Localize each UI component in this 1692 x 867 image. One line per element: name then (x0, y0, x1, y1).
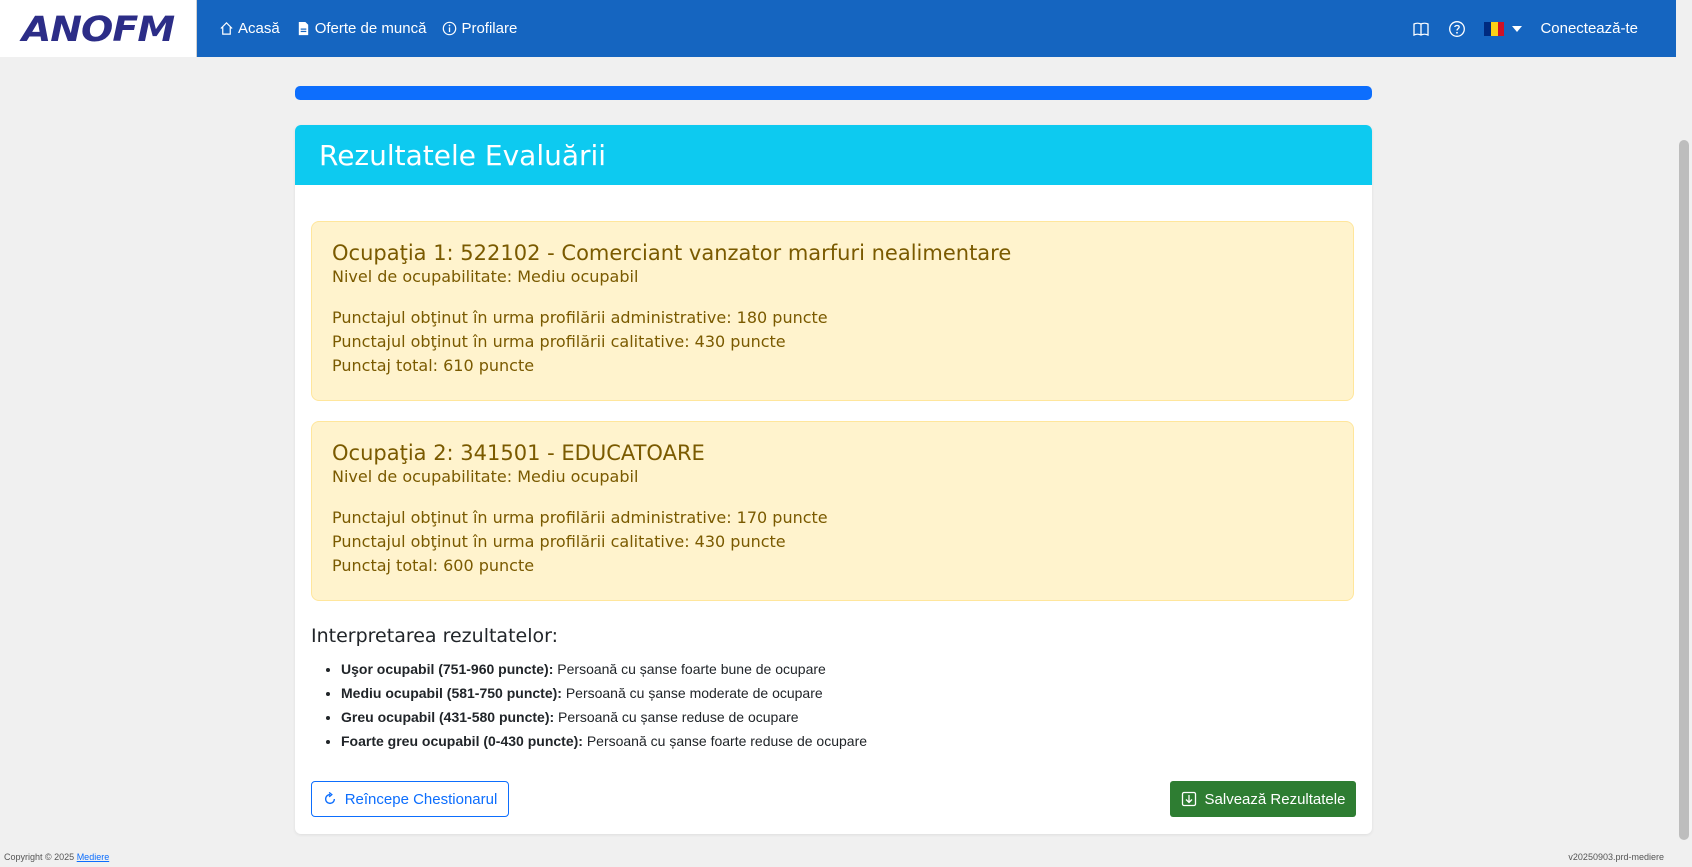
language-selector[interactable] (1484, 21, 1523, 36)
interpretation-title: Interpretarea rezultatelor: (311, 625, 558, 647)
logo-text: ANOFM (21, 8, 175, 49)
card-header: Rezultatele Evaluării (295, 125, 1372, 185)
book-icon[interactable] (1412, 20, 1430, 38)
page-title: Rezultatele Evaluării (319, 138, 607, 172)
nav-link-label: Profilare (461, 20, 518, 37)
occupation-title: Ocupaţia 1: 522102 - Comerciant vanzator… (332, 241, 1012, 265)
footer-copyright: Copyright © 2025 Mediere (4, 852, 109, 862)
interpretation-text: Persoană cu șanse foarte reduse de ocupa… (582, 733, 868, 749)
save-button[interactable]: Salvează Rezultatele (1170, 781, 1356, 817)
restart-button[interactable]: Reîncepe Chestionarul (311, 781, 509, 817)
interpretation-label: Greu ocupabil (431-580 puncte): (341, 709, 555, 725)
total-score: Punctaj total: 600 puncte (332, 556, 535, 575)
list-item: Greu ocupabil (431-580 puncte): Persoană… (341, 705, 867, 729)
list-item: Mediu ocupabil (581-750 puncte): Persoan… (341, 681, 867, 705)
occupation-result-2: Ocupaţia 2: 341501 - EDUCATOARE Nivel de… (311, 421, 1354, 601)
nav-link-profiling[interactable]: Profilare (442, 20, 517, 37)
romania-flag-icon (1484, 21, 1505, 36)
chevron-down-icon (1512, 25, 1523, 32)
navbar: ANOFM Acasă Oferte de muncă Profilare Co… (0, 0, 1676, 57)
interpretation-label: Uşor ocupabil (751-960 puncte): (341, 661, 554, 677)
interpretation-list: Uşor ocupabil (751-960 puncte): Persoană… (311, 657, 867, 753)
nav-link-jobs[interactable]: Oferte de muncă (296, 20, 427, 37)
admin-score: Punctajul obţinut în urma profilării adm… (332, 308, 828, 327)
refresh-icon (324, 792, 335, 805)
nav-link-home[interactable]: Acasă (219, 20, 280, 37)
help-icon[interactable] (1448, 20, 1466, 38)
occupation-result-1: Ocupaţia 1: 522102 - Comerciant vanzator… (311, 221, 1354, 401)
nav-link-label: Oferte de muncă (314, 20, 427, 37)
results-card: Rezultatele Evaluării Ocupaţia 1: 522102… (295, 125, 1372, 834)
occupation-title: Ocupaţia 2: 341501 - EDUCATOARE (332, 441, 705, 465)
qualitative-score: Punctajul obţinut în urma profilării cal… (332, 332, 786, 351)
qualitative-score: Punctajul obţinut în urma profilării cal… (332, 532, 786, 551)
login-link[interactable]: Conectează-te (1540, 20, 1638, 37)
copyright-text: Copyright © 2025 (4, 852, 77, 862)
download-icon (1181, 791, 1196, 807)
footer-link[interactable]: Mediere (77, 852, 110, 862)
save-button-label: Salvează Rezultatele (1204, 790, 1346, 808)
nav-link-label: Acasă (238, 20, 280, 37)
occupation-level: Nivel de ocupabilitate: Mediu ocupabil (332, 467, 639, 486)
progress-bar (295, 86, 1372, 100)
list-item: Uşor ocupabil (751-960 puncte): Persoană… (341, 657, 867, 681)
interpretation-label: Foarte greu ocupabil (0-430 puncte): (341, 733, 583, 749)
nav-links: Acasă Oferte de muncă Profilare (219, 20, 517, 37)
footer-version: v20250903.prd-mediere (1568, 852, 1664, 862)
interpretation-text: Persoană cu șanse reduse de ocupare (554, 709, 799, 725)
list-item: Foarte greu ocupabil (0-430 puncte): Per… (341, 729, 867, 753)
restart-button-label: Reîncepe Chestionarul (344, 790, 498, 808)
occupation-level: Nivel de ocupabilitate: Mediu ocupabil (332, 267, 639, 286)
nav-right: Conectează-te (1412, 0, 1638, 57)
logo[interactable]: ANOFM (0, 0, 197, 57)
document-icon (298, 21, 308, 36)
interpretation-label: Mediu ocupabil (581-750 puncte): (341, 685, 562, 701)
scrollbar[interactable] (1676, 0, 1692, 867)
total-score: Punctaj total: 610 puncte (332, 356, 535, 375)
scrollbar-thumb[interactable] (1679, 140, 1689, 840)
interpretation-text: Persoană cu șanse moderate de ocupare (561, 685, 823, 701)
home-icon (220, 22, 233, 35)
info-icon (443, 21, 457, 36)
admin-score: Punctajul obţinut în urma profilării adm… (332, 508, 828, 527)
interpretation-text: Persoană cu șanse foarte bune de ocupare (553, 661, 826, 677)
